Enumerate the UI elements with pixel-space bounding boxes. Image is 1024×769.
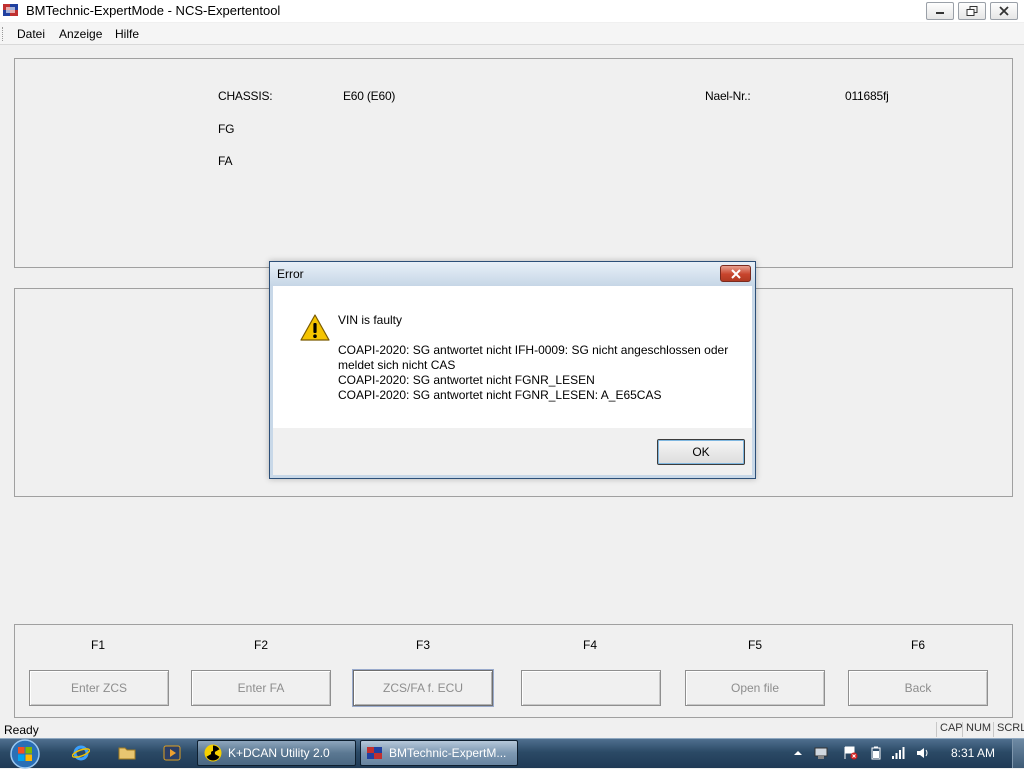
restore-button[interactable] — [958, 2, 986, 20]
fg-label: FG — [218, 122, 235, 136]
dialog-headline: VIN is faulty — [338, 313, 403, 327]
status-text: Ready — [4, 723, 39, 737]
nael-value: 011685fj — [845, 89, 889, 103]
task-kdcan-utility[interactable]: K+DCAN Utility 2.0 — [197, 740, 356, 766]
chassis-label: CHASSIS: — [218, 89, 273, 103]
folder-icon[interactable] — [118, 745, 136, 761]
task-label: K+DCAN Utility 2.0 — [228, 746, 330, 760]
dialog-body: VIN is faulty COAPI-2020: SG antwortet n… — [273, 286, 752, 428]
open-file-button[interactable]: Open file — [685, 670, 825, 706]
show-hidden-icons-icon[interactable] — [790, 746, 806, 760]
chassis-value: E60 (E60) — [343, 89, 396, 103]
start-button[interactable] — [6, 739, 44, 769]
close-button[interactable] — [990, 2, 1018, 20]
volume-icon[interactable] — [915, 746, 931, 760]
f4-button[interactable] — [521, 670, 661, 706]
fkey-label-f6: F6 — [910, 638, 925, 652]
dialog-line: COAPI-2020: SG antwortet nicht IFH-0009:… — [338, 343, 729, 357]
error-dialog: Error VIN is faulty COAPI-2020: SG antwo… — [269, 261, 756, 479]
task-label: BMTechnic-ExpertM... — [389, 746, 507, 760]
battery-icon[interactable] — [868, 746, 884, 760]
enter-zcs-button[interactable]: Enter ZCS — [29, 670, 169, 706]
dialog-title: Error — [277, 267, 304, 281]
restore-icon — [966, 6, 978, 16]
dialog-title-bar[interactable] — [270, 262, 755, 286]
minimize-button[interactable] — [926, 2, 954, 20]
num-indicator: NUM — [962, 722, 994, 737]
dialog-line: COAPI-2020: SG antwortet nicht FGNR_LESE… — [338, 388, 662, 402]
taskbar-clock[interactable]: 8:31 AM — [951, 746, 995, 760]
menu-datei[interactable]: Datei — [17, 27, 45, 41]
internet-explorer-icon[interactable] — [72, 745, 90, 761]
scrl-indicator: SCRL — [993, 722, 1024, 737]
menu-grip — [2, 27, 5, 41]
fkey-label-f2: F2 — [253, 638, 268, 652]
action-center-icon[interactable] — [843, 746, 859, 760]
radiation-icon — [204, 744, 222, 762]
fkey-label-f4: F4 — [582, 638, 597, 652]
task-bmtechnic[interactable]: BMTechnic-ExpertM... — [360, 740, 518, 766]
menu-bar — [0, 23, 1024, 45]
status-bar — [0, 721, 1024, 738]
fkey-label-f3: F3 — [415, 638, 430, 652]
app-icon — [3, 4, 18, 16]
dialog-line: meldet sich nicht CAS — [338, 358, 456, 372]
ok-button[interactable]: OK — [657, 439, 745, 465]
fkey-label-f5: F5 — [747, 638, 762, 652]
dialog-line: COAPI-2020: SG antwortet nicht FGNR_LESE… — [338, 373, 595, 387]
windows-logo-icon — [18, 747, 25, 754]
network-device-icon[interactable] — [813, 746, 829, 760]
warning-icon — [300, 314, 330, 341]
menu-hilfe[interactable]: Hilfe — [115, 27, 139, 41]
fkey-label-f1: F1 — [90, 638, 105, 652]
back-button[interactable]: Back — [848, 670, 988, 706]
fa-label: FA — [218, 154, 233, 168]
nael-label: Nael-Nr.: — [705, 89, 751, 103]
zcs-fa-ecu-button[interactable]: ZCS/FA f. ECU — [353, 670, 493, 706]
enter-fa-button[interactable]: Enter FA — [191, 670, 331, 706]
dialog-footer: OK — [273, 428, 752, 475]
signal-strength-icon[interactable] — [891, 746, 907, 760]
app-icon — [367, 747, 382, 759]
minimize-icon — [936, 12, 944, 14]
dialog-close-button[interactable] — [720, 265, 751, 282]
show-desktop-button[interactable] — [1012, 739, 1024, 768]
close-icon — [999, 6, 1009, 16]
window-title: BMTechnic-ExpertMode - NCS-Expertentool — [26, 3, 281, 18]
menu-anzeige[interactable]: Anzeige — [59, 27, 102, 41]
media-player-icon[interactable] — [163, 745, 181, 761]
close-icon — [730, 268, 741, 279]
